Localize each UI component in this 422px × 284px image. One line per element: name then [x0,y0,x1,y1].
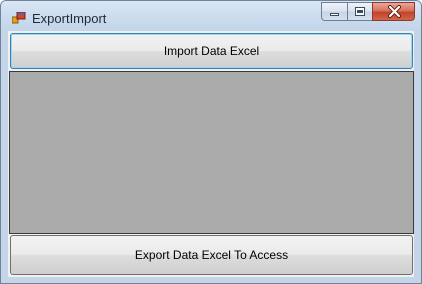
minimize-icon [330,13,339,16]
window-title: ExportImport [32,11,107,26]
close-button[interactable] [372,2,415,21]
title-bar[interactable]: ExportImport [1,1,421,31]
form-client-area: Import Data Excel Export Data Excel To A… [8,31,414,277]
caption-buttons [321,2,415,22]
form-app-icon [12,12,26,24]
import-data-excel-button[interactable]: Import Data Excel [10,33,413,69]
data-grid-view[interactable] [9,71,414,234]
app-window: ExportImport Import Data Excel Export Da… [0,0,422,284]
maximize-button[interactable] [347,2,372,21]
close-icon [388,5,401,18]
minimize-button[interactable] [321,2,347,21]
export-data-excel-to-access-button[interactable]: Export Data Excel To Access [10,235,413,275]
maximize-icon [355,7,365,16]
